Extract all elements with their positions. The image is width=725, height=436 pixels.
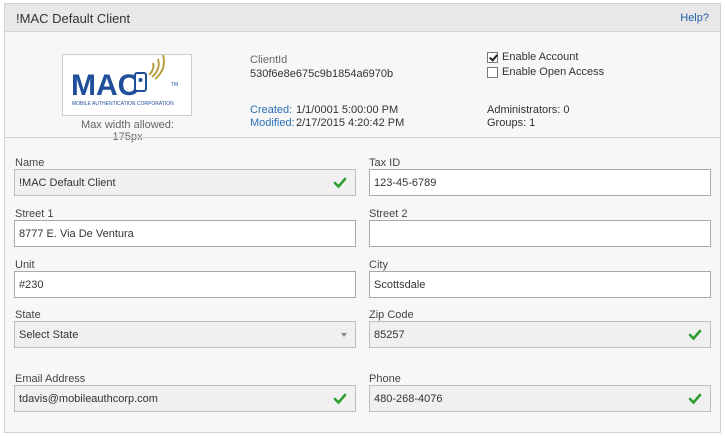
city-field[interactable]: Scottsdale (369, 271, 711, 298)
street2-label: Street 2 (369, 208, 408, 220)
email-field[interactable]: tdavis@mobileauthcorp.com (14, 385, 356, 412)
created-value: 1/1/0001 5:00:00 PM (296, 104, 399, 116)
client-id-label: ClientId (250, 54, 288, 66)
phone-value: 480-268-4076 (374, 393, 443, 405)
enable-account-checkbox[interactable] (487, 51, 498, 63)
signal-wave-1 (148, 62, 155, 76)
modified-value: 2/17/2015 4:20:42 PM (296, 117, 405, 129)
enable-open-access-option[interactable]: Enable Open Access (487, 66, 604, 78)
phone-field[interactable]: 480-268-4076 (369, 385, 711, 412)
groups-count: Groups: 1 (487, 117, 536, 129)
logo-max-width-note: Max width allowed: 175px (81, 119, 174, 143)
client-logo[interactable]: MAC TM MOBILE AUTHENTICATION CORPORATION (62, 54, 192, 116)
phone-label: Phone (369, 373, 401, 385)
check-icon (333, 177, 347, 189)
tax-id-value: 123-45-6789 (374, 177, 437, 189)
administrators-count: Administrators: 0 (487, 104, 570, 116)
email-label: Email Address (15, 373, 86, 385)
check-icon (688, 393, 702, 405)
chevron-down-icon (341, 333, 347, 337)
unit-value: #230 (19, 279, 44, 291)
zip-label: Zip Code (369, 309, 414, 321)
name-field[interactable]: !MAC Default Client (14, 169, 356, 196)
enable-account-option[interactable]: Enable Account (487, 51, 578, 63)
street1-value: 8777 E. Via De Ventura (19, 228, 134, 240)
keyhole-glyph (138, 78, 143, 82)
tax-id-field[interactable]: 123-45-6789 (369, 169, 711, 196)
name-value: !MAC Default Client (19, 177, 116, 189)
zip-value: 85257 (374, 329, 405, 341)
logo-subtitle: MOBILE AUTHENTICATION CORPORATION (72, 101, 174, 107)
created-label: Created: (250, 104, 293, 116)
unit-label: Unit (15, 259, 35, 271)
street1-field[interactable]: 8777 E. Via De Ventura (14, 220, 356, 247)
state-label: State (15, 309, 41, 321)
state-select[interactable]: Select State (14, 321, 356, 348)
zip-field[interactable]: 85257 (369, 321, 711, 348)
city-value: Scottsdale (374, 279, 426, 291)
help-link[interactable]: Help? (680, 12, 709, 24)
enable-open-access-checkbox[interactable] (487, 66, 498, 78)
logo-trademark: TM (171, 82, 178, 88)
client-id-value: 530f6e8e675c9b1854a6970b (250, 68, 394, 80)
tax-id-label: Tax ID (369, 157, 401, 169)
modified-label: Modified: (250, 117, 295, 129)
enable-open-access-label: Enable Open Access (502, 66, 605, 78)
panel-header: !MAC Default Client Help? (5, 4, 720, 32)
enable-account-label: Enable Account (502, 51, 579, 63)
logo-letters: MAC (71, 69, 139, 102)
client-panel: !MAC Default Client Help? MAC TM MOBILE … (4, 3, 721, 433)
mac-logo-image: MAC TM MOBILE AUTHENTICATION CORPORATION (71, 55, 178, 107)
unit-field[interactable]: #230 (14, 271, 356, 298)
check-icon (688, 329, 702, 341)
street2-field[interactable] (369, 220, 711, 247)
street1-label: Street 1 (15, 208, 54, 220)
signal-wave-3 (154, 55, 165, 80)
state-value: Select State (19, 329, 79, 341)
check-icon (333, 393, 347, 405)
email-value: tdavis@mobileauthcorp.com (19, 393, 158, 405)
city-label: City (369, 259, 388, 271)
name-label: Name (15, 157, 45, 169)
section-divider (5, 137, 720, 138)
page-title: !MAC Default Client (16, 11, 131, 26)
